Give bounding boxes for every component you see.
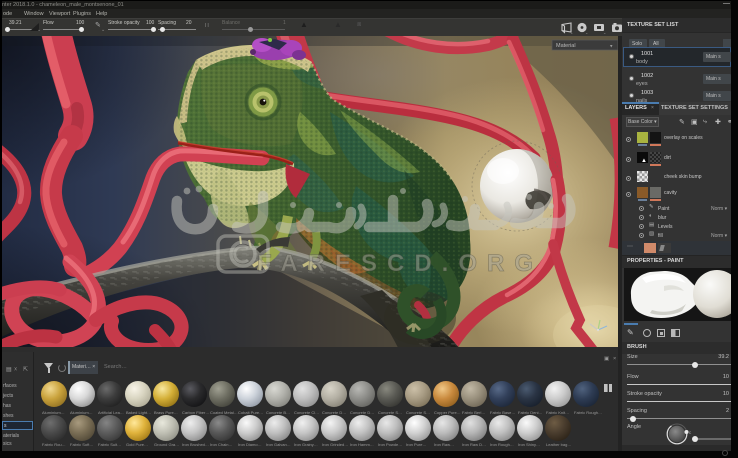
svg-text:Material: Material <box>556 43 576 49</box>
svg-text:c: c <box>689 430 692 435</box>
svg-text:⌄: ⌄ <box>585 30 588 34</box>
svg-text:⌄: ⌄ <box>570 30 573 34</box>
svg-text:FARESCD.ORG: FARESCD.ORG <box>257 250 543 277</box>
svg-text:⌄: ⌄ <box>603 30 606 34</box>
